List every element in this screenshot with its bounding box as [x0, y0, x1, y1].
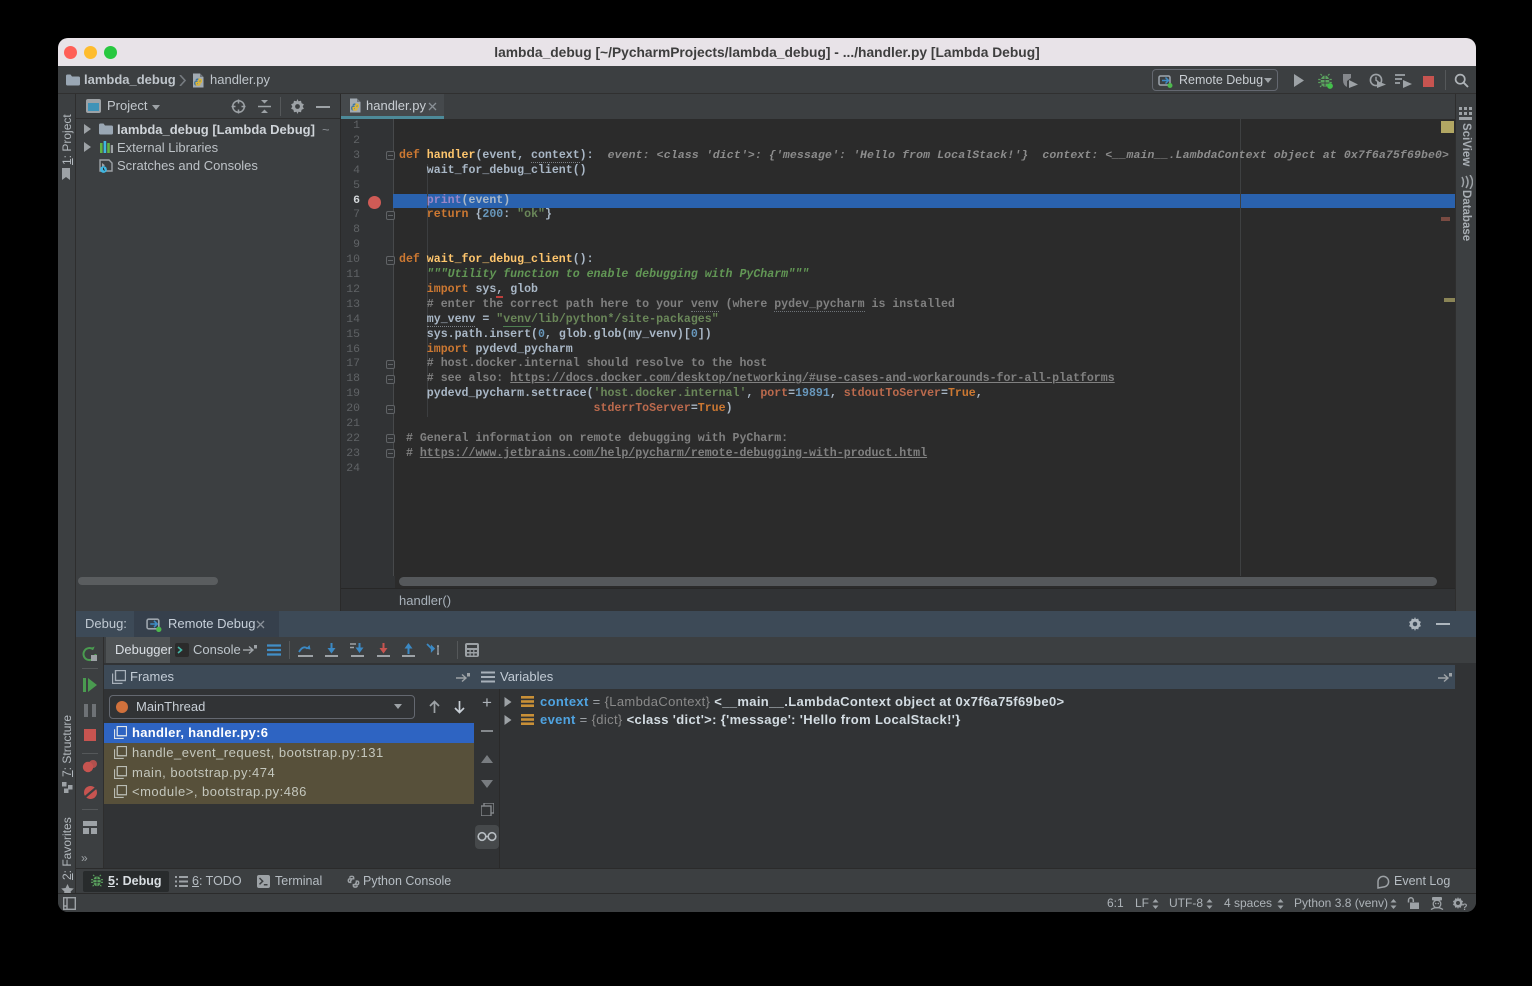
svg-text:?: ? [1462, 902, 1468, 911]
